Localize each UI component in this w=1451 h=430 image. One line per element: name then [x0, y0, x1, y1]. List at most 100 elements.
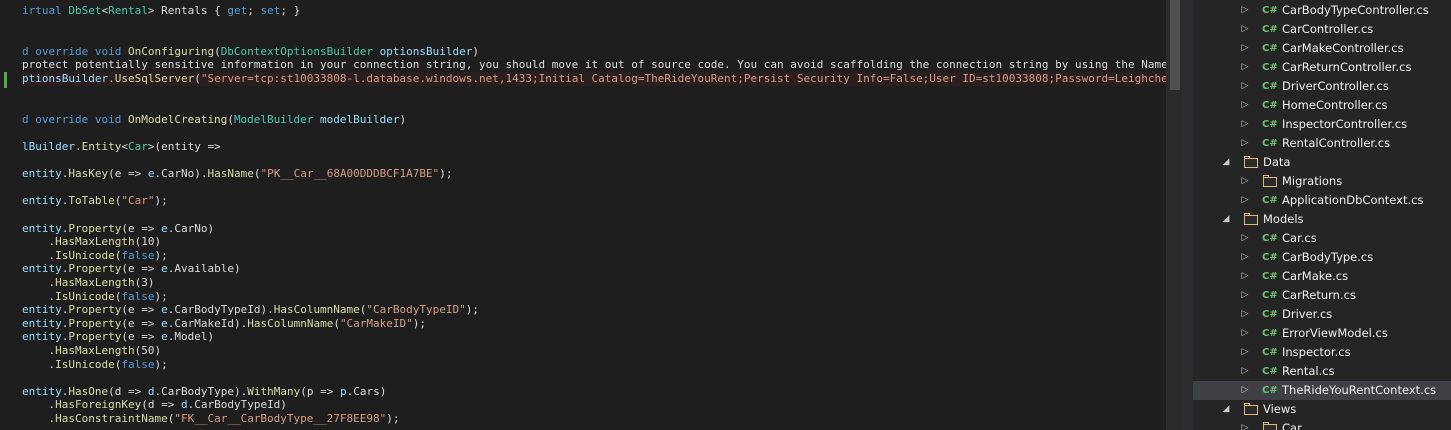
chevron-right-icon[interactable]: ▷	[1240, 20, 1250, 39]
code-token: (d =>	[108, 384, 148, 398]
tree-file[interactable]: ▷ C# Inspector.cs	[1193, 343, 1451, 362]
folder-icon	[1244, 213, 1258, 225]
code-token: e	[161, 316, 168, 330]
tree-folder[interactable]: ▷ Migrations	[1193, 172, 1451, 191]
tree-folder[interactable]: ◢ Data	[1193, 153, 1451, 172]
tree-file[interactable]: ▷ C# CarMakeController.cs	[1193, 39, 1451, 58]
pane-divider[interactable]	[1182, 0, 1193, 430]
code-token: (	[227, 112, 234, 126]
chevron-right-icon[interactable]: ▷	[1240, 134, 1250, 153]
tree-folder[interactable]: ▷ Car	[1193, 419, 1451, 430]
chevron-right-icon[interactable]: ▷	[1240, 381, 1250, 400]
chevron-right-icon[interactable]: ▷	[1240, 96, 1250, 115]
code-line[interactable]: entity.Property(e => e.CarMakeId).HasCol…	[22, 317, 426, 331]
code-line[interactable]: .IsUnicode(false);	[22, 248, 168, 263]
csharp-file-icon: C#	[1262, 252, 1278, 263]
code-line[interactable]: entity.Property(e => e.CarBodyTypeId).Ha…	[22, 303, 479, 317]
chevron-down-icon[interactable]: ◢	[1221, 153, 1231, 172]
code-line[interactable]: entity.HasOne(d => d.CarBodyType).WithMa…	[22, 385, 386, 399]
code-line[interactable]: lBuilder.Entity<Car>(entity =>	[22, 140, 221, 154]
tree-file[interactable]: ▷ C# Car.cs	[1193, 229, 1451, 248]
code-line[interactable]: d override void OnConfiguring(DbContextO…	[22, 45, 479, 59]
tree-file[interactable]: ▷ C# RentalController.cs	[1193, 134, 1451, 153]
tree-file[interactable]: ▷ C# Driver.cs	[1193, 305, 1451, 324]
tree-folder[interactable]: ◢ Views	[1193, 400, 1451, 419]
code-line[interactable]: entity.HasKey(e => e.CarNo).HasName("PK_…	[22, 167, 453, 181]
chevron-down-icon[interactable]: ◢	[1221, 400, 1231, 419]
tree-file[interactable]: ▷ C# DriverController.cs	[1193, 77, 1451, 96]
tree-item-label: Car	[1282, 421, 1302, 430]
chevron-right-icon[interactable]: ▷	[1240, 191, 1250, 210]
code-line[interactable]: protect potentially sensitive informatio…	[22, 58, 1166, 72]
csharp-file-icon: C#	[1262, 233, 1278, 244]
code-token: IsUnicode	[55, 289, 115, 303]
code-line[interactable]: entity.ToTable("Car");	[22, 194, 168, 208]
chevron-right-icon[interactable]: ▷	[1240, 248, 1250, 267]
code-token: d	[180, 398, 188, 412]
code-token: entity	[22, 384, 62, 398]
chevron-right-icon[interactable]: ▷	[1240, 267, 1250, 286]
tree-file[interactable]: ▷ C# CarBodyType.cs	[1193, 248, 1451, 267]
code-token: Property	[68, 262, 122, 276]
solution-explorer[interactable]: ▷ C# CarBodyTypeController.cs ▷ C# CarControl…	[1193, 0, 1451, 430]
chevron-right-icon[interactable]: ▷	[1240, 305, 1250, 324]
chevron-right-icon[interactable]: ▷	[1240, 419, 1250, 430]
code-line[interactable]: .HasMaxLength(10)	[22, 235, 161, 249]
code-token: entity	[22, 221, 62, 235]
code-line[interactable]: irtual DbSet<Rental> Rentals { get; set;…	[22, 4, 300, 18]
tree-folder[interactable]: ◢ Models	[1193, 210, 1451, 229]
code-token: .	[108, 72, 115, 85]
code-line[interactable]: .HasConstraintName("FK__Car__CarBodyType…	[22, 412, 399, 426]
tree-file[interactable]: ▷ C# CarReturn.cs	[1193, 286, 1451, 305]
chevron-right-icon[interactable]: ▷	[1240, 343, 1250, 362]
code-editor[interactable]: irtual DbSet < Rental> Rentals { get; set;…	[0, 0, 1166, 430]
code-token: );	[154, 248, 168, 262]
code-token: >(entity =>	[147, 140, 221, 153]
code-line[interactable]: .HasForeignKey(d => d.CarBodyTypeId)	[22, 398, 286, 412]
code-line[interactable]: entity.Property(e => e.Available)	[22, 262, 241, 276]
code-line[interactable]: entity.Property(e => e.CarNo)	[22, 222, 214, 236]
code-token: (e =>	[121, 221, 162, 235]
code-token: Rental	[108, 4, 148, 17]
code-line[interactable]: entity.Property(e => e.Model)	[22, 330, 214, 344]
code-token: HasKey	[68, 167, 109, 181]
tree-file[interactable]: ▷ C# TheRideYouRentContext.cs	[1193, 381, 1451, 400]
chevron-right-icon[interactable]: ▷	[1240, 172, 1250, 191]
chevron-right-icon[interactable]: ▷	[1240, 77, 1250, 96]
code-token: )	[472, 44, 479, 58]
chevron-right-icon[interactable]: ▷	[1240, 58, 1250, 77]
editor-scrollbar-thumb[interactable]	[1170, 0, 1180, 90]
code-token: );	[154, 357, 168, 371]
tree-file[interactable]: ▷ C# ErrorViewModel.cs	[1193, 324, 1451, 343]
chevron-right-icon[interactable]: ▷	[1240, 229, 1250, 248]
tree-file[interactable]: ▷ C# CarBodyTypeController.cs	[1193, 1, 1451, 20]
code-line[interactable]: d override void OnModelCreating(ModelBui…	[22, 113, 406, 127]
code-line[interactable]: .IsUnicode(false);	[22, 289, 167, 304]
csharp-file-icon: C#	[1262, 62, 1278, 73]
tree-file[interactable]: ▷ C# HomeController.cs	[1193, 96, 1451, 115]
code-token: entity	[22, 303, 62, 317]
tree-file[interactable]: ▷ C# CarController.cs	[1193, 20, 1451, 39]
code-token: )	[399, 112, 407, 126]
chevron-right-icon[interactable]: ▷	[1240, 39, 1250, 58]
code-line[interactable]: .IsUnicode(false);	[22, 357, 168, 372]
code-line[interactable]: .HasMaxLength(3)	[22, 276, 154, 290]
tree-file[interactable]: ▷ C# ApplicationDbContext.cs	[1193, 191, 1451, 210]
code-line[interactable]: ptionsBuilder.UseSqlServer("Server=tcp:s…	[22, 72, 1166, 86]
chevron-right-icon[interactable]: ▷	[1240, 115, 1250, 134]
tree-file[interactable]: ▷ C# CarReturnController.cs	[1193, 58, 1451, 77]
chevron-right-icon[interactable]: ▷	[1240, 362, 1250, 381]
code-token: e	[161, 262, 168, 276]
code-line[interactable]: .HasMaxLength(50)	[22, 344, 161, 358]
code-token: false	[121, 357, 155, 371]
tree-file[interactable]: ▷ C# InspectorController.cs	[1193, 115, 1451, 134]
chevron-right-icon[interactable]: ▷	[1240, 1, 1250, 20]
chevron-right-icon[interactable]: ▷	[1240, 286, 1250, 305]
tree-file[interactable]: ▷ C# Rental.cs	[1193, 362, 1451, 381]
chevron-right-icon[interactable]: ▷	[1240, 324, 1250, 343]
tree-item-label: Migrations	[1282, 174, 1343, 188]
tree-item-label: TheRideYouRentContext.cs	[1282, 383, 1437, 397]
chevron-down-icon[interactable]: ◢	[1221, 210, 1231, 229]
code-token: .Cars)	[346, 384, 387, 398]
tree-file[interactable]: ▷ C# CarMake.cs	[1193, 267, 1451, 286]
